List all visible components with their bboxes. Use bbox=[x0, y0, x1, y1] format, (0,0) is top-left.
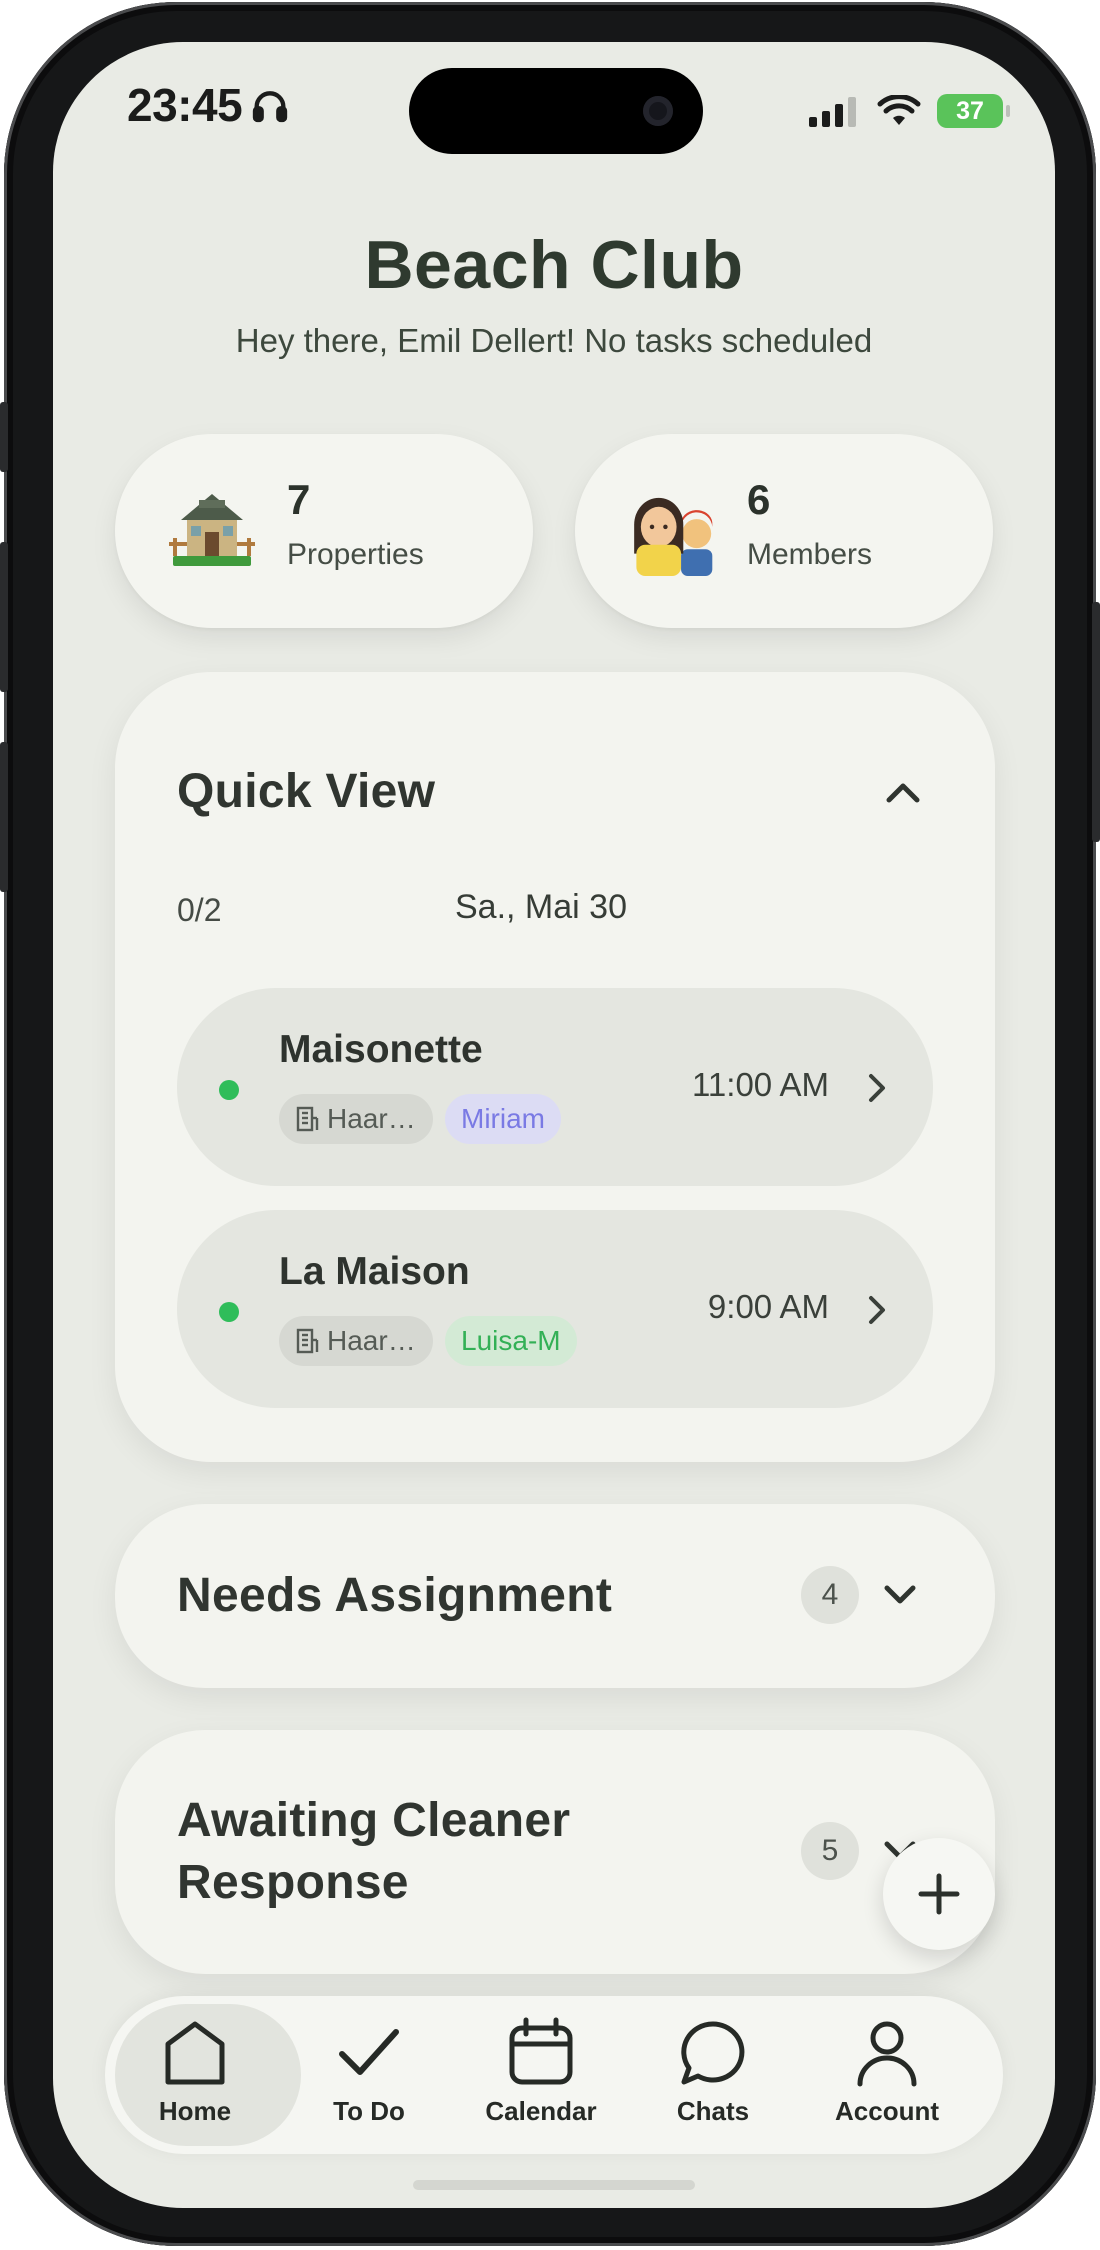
task-tags: Haar… Miriam bbox=[279, 1094, 561, 1144]
building-icon bbox=[296, 1328, 319, 1354]
cellular-signal-icon bbox=[809, 97, 856, 127]
volume-up-button bbox=[0, 542, 8, 692]
volume-down-button bbox=[0, 742, 8, 892]
quick-view-title: Quick View bbox=[177, 765, 436, 818]
chat-icon bbox=[681, 2021, 745, 2085]
wifi-icon bbox=[877, 95, 921, 125]
members-label: Members bbox=[747, 538, 873, 571]
quick-view-progress: 0/2 bbox=[177, 892, 222, 928]
awaiting-response-title-line2: Response bbox=[177, 1856, 409, 1909]
task-time: 11:00 AM bbox=[692, 1066, 829, 1103]
nav-item-todo[interactable]: To Do bbox=[279, 1996, 459, 2154]
nav-item-home[interactable]: Home bbox=[105, 1996, 301, 2154]
members-count: 6 bbox=[747, 476, 771, 523]
nav-label: Chats bbox=[676, 2096, 750, 2126]
home-icon bbox=[165, 2021, 225, 2085]
house-icon bbox=[169, 494, 255, 566]
properties-count: 7 bbox=[287, 476, 311, 523]
chevron-down-icon[interactable] bbox=[875, 1570, 925, 1620]
add-button[interactable] bbox=[883, 1838, 995, 1950]
status-time: 23:45 bbox=[127, 78, 290, 132]
headphones-icon bbox=[252, 91, 288, 123]
people-icon bbox=[634, 497, 713, 576]
bottom-nav: Home To Do Calendar Chats Account bbox=[105, 1996, 1003, 2154]
nav-item-account[interactable]: Account bbox=[797, 1996, 977, 2154]
power-button bbox=[1092, 602, 1100, 842]
nav-label: Home bbox=[158, 2096, 232, 2126]
needs-assignment-section[interactable]: Needs Assignment 4 bbox=[115, 1504, 995, 1688]
property-tag-text: Haar… bbox=[327, 1325, 416, 1356]
awaiting-response-section[interactable]: Awaiting Cleaner Response 5 bbox=[115, 1730, 995, 1974]
needs-assignment-title: Needs Assignment bbox=[177, 1569, 613, 1622]
home-indicator bbox=[413, 2180, 695, 2190]
status-dot bbox=[219, 1080, 239, 1100]
action-button bbox=[0, 402, 8, 472]
camera-icon bbox=[643, 96, 673, 126]
task-property-name: Maisonette bbox=[279, 1028, 483, 1071]
needs-assignment-count: 4 bbox=[801, 1566, 859, 1624]
task-property-name: La Maison bbox=[279, 1250, 470, 1293]
properties-label: Properties bbox=[287, 538, 424, 571]
quick-view-card: Quick View 0/2 Sa., Mai 30 Maisonette Ha… bbox=[115, 672, 995, 1462]
page-title: Beach Club bbox=[364, 227, 744, 303]
awaiting-response-count: 5 bbox=[801, 1822, 859, 1880]
task-row[interactable]: Maisonette Haar… Miriam 11:00 AM bbox=[177, 988, 933, 1186]
task-time: 9:00 AM bbox=[707, 1288, 829, 1325]
app-screen: 23:45 37 Beach Club Hey there, Emil Dell… bbox=[53, 42, 1055, 2208]
phone-frame: 23:45 37 Beach Club Hey there, Emil Dell… bbox=[0, 2, 1100, 2246]
battery-icon: 37 bbox=[937, 94, 1010, 128]
check-icon bbox=[339, 2029, 399, 2075]
task-row[interactable]: La Maison Haar… Luisa-M 9:00 AM bbox=[177, 1210, 933, 1408]
user-icon bbox=[857, 2021, 917, 2087]
assignee-tag: Luisa-M bbox=[445, 1316, 577, 1366]
nav-item-calendar[interactable]: Calendar bbox=[451, 1996, 631, 2154]
chevron-right-icon bbox=[869, 1074, 885, 1102]
calendar-icon bbox=[509, 2017, 573, 2085]
property-tag: Haar… bbox=[279, 1094, 433, 1144]
property-tag-text: Haar… bbox=[327, 1103, 416, 1134]
properties-card[interactable]: 7 Properties bbox=[115, 434, 533, 628]
quick-view-date[interactable]: Sa., Mai 30 bbox=[455, 888, 627, 927]
nav-label: Calendar bbox=[485, 2096, 597, 2126]
nav-label: Account bbox=[835, 2096, 939, 2126]
awaiting-response-title: Awaiting Cleaner Response bbox=[177, 1790, 570, 1914]
members-card[interactable]: 6 Members bbox=[575, 434, 993, 628]
status-indicators: 37 bbox=[807, 94, 1010, 128]
status-dot bbox=[219, 1302, 239, 1322]
dynamic-island bbox=[409, 68, 703, 154]
plus-icon bbox=[918, 1873, 960, 1915]
assignee-tag: Miriam bbox=[445, 1094, 561, 1144]
greeting-text: Hey there, Emil Dellert! No tasks schedu… bbox=[235, 322, 873, 359]
building-icon bbox=[296, 1106, 319, 1132]
clock-text: 23:45 bbox=[127, 79, 243, 131]
battery-level: 37 bbox=[956, 96, 984, 125]
nav-item-chats[interactable]: Chats bbox=[623, 1996, 803, 2154]
chevron-up-icon[interactable] bbox=[873, 762, 933, 822]
awaiting-response-title-line1: Awaiting Cleaner bbox=[177, 1794, 571, 1847]
nav-label: To Do bbox=[333, 2096, 405, 2126]
chevron-right-icon bbox=[869, 1296, 885, 1324]
task-tags: Haar… Luisa-M bbox=[279, 1316, 577, 1366]
property-tag: Haar… bbox=[279, 1316, 433, 1366]
